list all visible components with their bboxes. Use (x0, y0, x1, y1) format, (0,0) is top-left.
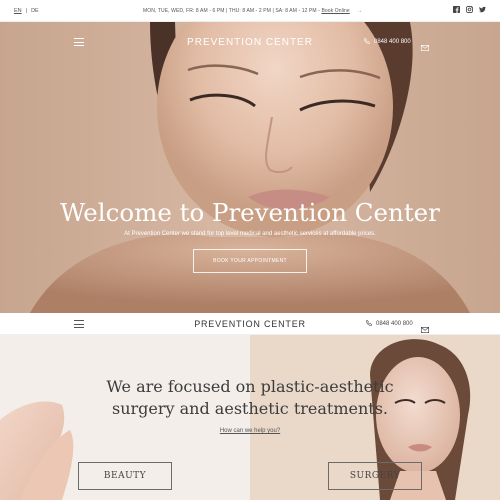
phone-icon (365, 319, 373, 328)
instagram-icon[interactable] (466, 6, 474, 14)
surgery-button[interactable]: SURGERY (328, 462, 422, 490)
hero-navigation: PREVENTION CENTER 0848 400 800 (0, 22, 500, 64)
book-online-link[interactable]: Book Online (321, 8, 349, 14)
phone-number: 0848 400 800 (374, 39, 411, 45)
phone-icon (363, 37, 371, 46)
hero-title: Welcome to Prevention Center (60, 198, 440, 227)
nav-phone-link[interactable]: 0848 400 800 (365, 319, 413, 328)
beauty-button[interactable]: BEAUTY (78, 462, 172, 490)
section-heading-line-1: We are focused on plastic-aesthetic (106, 377, 394, 396)
arrow-right-icon[interactable]: → (357, 8, 362, 14)
lang-de-link[interactable]: DE (31, 8, 39, 14)
sticky-navigation: PREVENTION CENTER 0848 400 800 (0, 313, 500, 335)
how-can-we-help-link[interactable]: How can we help you? (0, 428, 500, 434)
services-intro-section: We are focused on plastic-aesthetic surg… (0, 335, 500, 500)
section-heading-line-2: surgery and aesthetic treatments. (111, 399, 389, 418)
hero-subtitle: At Prevention Center we stand for top le… (124, 231, 376, 237)
lang-separator: | (25, 8, 28, 14)
facebook-icon[interactable] (453, 6, 460, 13)
hero-section: PREVENTION CENTER 0848 400 800 Welcome t… (0, 22, 500, 313)
top-info-bar: EN | DE MON, TUE, WED, FR: 8 AM - 6 PM |… (0, 0, 500, 22)
language-switcher: EN | DE (14, 8, 39, 14)
lang-en-link[interactable]: EN (14, 8, 22, 14)
phone-number: 0848 400 800 (376, 321, 413, 327)
hero-phone-link[interactable]: 0848 400 800 (363, 37, 411, 46)
section-heading: We are focused on plastic-aesthetic surg… (0, 376, 500, 420)
book-appointment-button[interactable]: BOOK YOUR APPOINTMENT (193, 249, 307, 273)
mail-icon[interactable] (421, 38, 429, 56)
social-links (453, 6, 486, 14)
opening-hours: MON, TUE, WED, FR: 8 AM - 6 PM | THU: 8 … (143, 8, 362, 14)
opening-hours-text: MON, TUE, WED, FR: 8 AM - 6 PM | THU: 8 … (143, 8, 322, 14)
twitter-icon[interactable] (479, 6, 486, 13)
